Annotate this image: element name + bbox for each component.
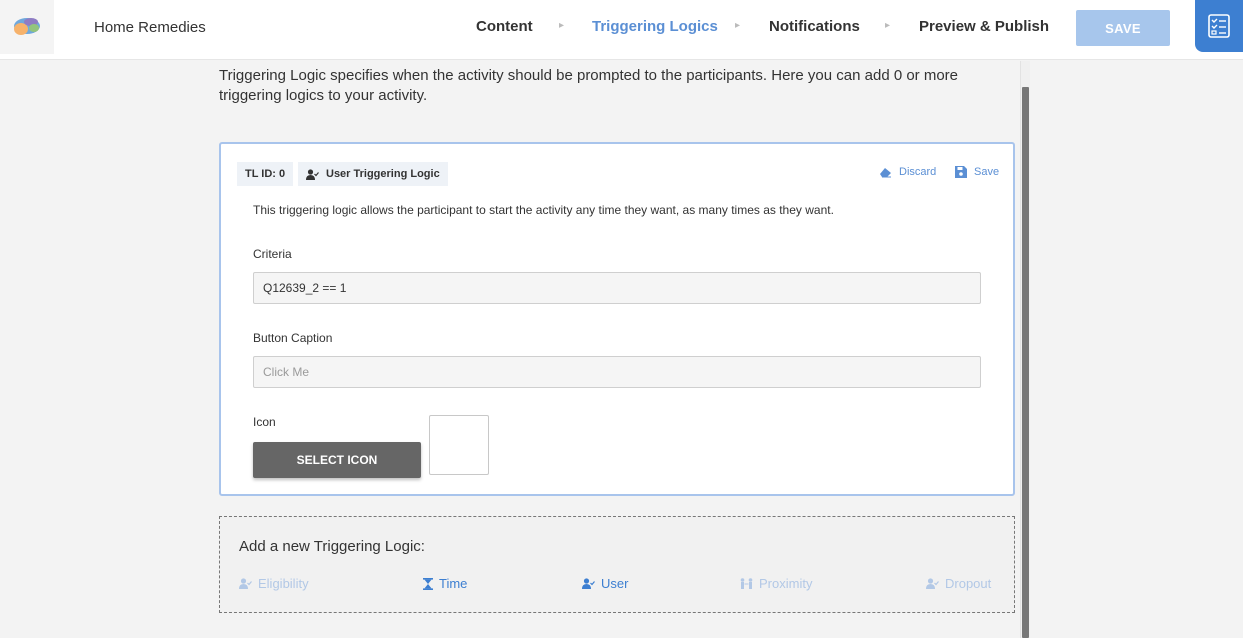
- add-dropout-label: Dropout: [945, 576, 992, 591]
- checklist-icon: [1208, 14, 1230, 38]
- discard-button[interactable]: Discard: [879, 166, 936, 178]
- app-logo[interactable]: [0, 0, 54, 54]
- hourglass-icon: [423, 577, 433, 590]
- step-triggering-logics[interactable]: Triggering Logics: [592, 18, 718, 35]
- top-bar: Home Remedies Content ▸ Triggering Logic…: [0, 0, 1243, 60]
- step-content[interactable]: Content: [476, 18, 533, 35]
- step-preview-publish[interactable]: Preview & Publish: [919, 18, 1049, 35]
- add-tl-title: Add a new Triggering Logic:: [239, 538, 425, 555]
- button-caption-input[interactable]: [253, 356, 981, 388]
- tl-type-badge: User Triggering Logic: [298, 162, 448, 186]
- card-save-button[interactable]: Save: [955, 166, 999, 178]
- proximity-icon: [740, 578, 753, 589]
- user-check-icon: [926, 578, 939, 589]
- user-check-icon: [239, 578, 252, 589]
- add-triggering-logic-panel: Add a new Triggering Logic: Eligibility …: [219, 516, 1015, 613]
- select-icon-button[interactable]: SELECT ICON: [253, 442, 421, 478]
- add-eligibility-label: Eligibility: [258, 576, 309, 591]
- triggering-logic-card: TL ID: 0 User Triggering Logic Discard S…: [219, 142, 1015, 496]
- add-eligibility-option[interactable]: Eligibility: [239, 576, 309, 591]
- checklist-button[interactable]: [1195, 0, 1243, 52]
- add-user-option[interactable]: User: [582, 576, 628, 591]
- brain-logo-icon: [14, 18, 40, 35]
- chevron-right-icon: ▸: [559, 20, 565, 31]
- intro-text: Triggering Logic specifies when the acti…: [219, 67, 959, 104]
- user-check-icon: [582, 578, 595, 589]
- add-proximity-label: Proximity: [759, 576, 813, 591]
- add-time-option[interactable]: Time: [423, 576, 467, 591]
- add-time-label: Time: [439, 576, 468, 591]
- criteria-label: Criteria: [253, 247, 292, 261]
- tl-type-label: User Triggering Logic: [326, 168, 440, 180]
- add-dropout-option[interactable]: Dropout: [926, 576, 991, 591]
- add-proximity-option[interactable]: Proximity: [740, 576, 812, 591]
- criteria-input[interactable]: [253, 272, 981, 304]
- card-save-label: Save: [974, 166, 1000, 178]
- tl-id-badge: TL ID: 0: [237, 162, 294, 186]
- save-button[interactable]: SAVE: [1076, 10, 1170, 46]
- tl-description: This triggering logic allows the partici…: [253, 203, 834, 217]
- chevron-right-icon: ▸: [735, 20, 741, 31]
- icon-preview: [429, 415, 489, 475]
- scrollbar-thumb[interactable]: [1022, 87, 1029, 638]
- step-notifications[interactable]: Notifications: [769, 18, 860, 35]
- activity-title: Home Remedies: [94, 19, 206, 36]
- user-check-icon: [306, 168, 319, 180]
- floppy-disk-icon: [955, 166, 967, 178]
- icon-label: Icon: [253, 415, 276, 429]
- button-caption-label: Button Caption: [253, 331, 333, 345]
- chevron-right-icon: ▸: [885, 20, 891, 31]
- add-user-label: User: [601, 576, 629, 591]
- eraser-icon: [880, 167, 891, 177]
- discard-label: Discard: [899, 166, 937, 178]
